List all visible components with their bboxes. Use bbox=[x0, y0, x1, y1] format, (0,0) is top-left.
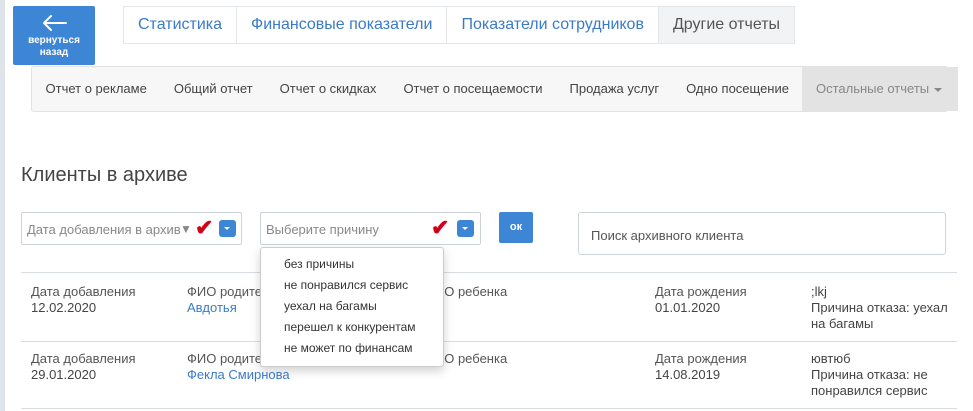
back-button[interactable]: вернуться назад bbox=[13, 6, 95, 65]
subnav-ads-report[interactable]: Отчет о рекламе bbox=[32, 67, 160, 111]
refusal-reason-line1: Причина отказа: уехал bbox=[811, 300, 948, 315]
tab-financial[interactable]: Финансовые показатели bbox=[237, 7, 448, 43]
archive-date-placeholder: Дата добавления в архив bbox=[27, 222, 181, 237]
reason-placeholder: Выберите причину bbox=[266, 222, 379, 237]
back-button-label: вернуться назад bbox=[13, 35, 95, 59]
reason-select[interactable]: Выберите причину ✔ bbox=[260, 212, 481, 245]
tab-other-reports[interactable]: Другие отчеты bbox=[658, 7, 796, 43]
reason-option-went-to-competitors[interactable]: перешел к конкурентам bbox=[261, 317, 443, 338]
subnav-other-reports[interactable]: Остальные отчеты bbox=[802, 67, 959, 111]
refusal-reason-line2: понравился сервис bbox=[811, 383, 928, 398]
date-added-value: 12.02.2020 bbox=[31, 300, 97, 315]
subnav-single-visit[interactable]: Одно посещение bbox=[673, 67, 803, 111]
chevron-down-icon[interactable] bbox=[219, 220, 236, 237]
birth-date-value: 14.08.2019 bbox=[655, 367, 721, 382]
birth-date-cell: Дата рождения 01.01.2020 bbox=[655, 284, 747, 316]
row-divider bbox=[21, 272, 957, 273]
date-added-label: Дата добавления bbox=[31, 351, 136, 366]
reason-dropdown-menu: без причины не понравился сервис уехал н… bbox=[260, 247, 444, 367]
back-label-line1: вернуться bbox=[28, 35, 80, 46]
date-added-cell: Дата добавления 12.02.2020 bbox=[31, 284, 136, 316]
search-placeholder: Поиск архивного клиента bbox=[591, 228, 744, 243]
refusal-reason-line2: на багамы bbox=[811, 316, 874, 331]
back-label-line2: назад bbox=[39, 47, 69, 58]
birth-date-label: Дата рождения bbox=[655, 284, 747, 299]
refusal-reason-line1: Причина отказа: не bbox=[811, 367, 928, 382]
date-added-label: Дата добавления bbox=[31, 284, 136, 299]
left-edge-strip bbox=[0, 0, 5, 411]
top-tabs: Статистика Финансовые показатели Показат… bbox=[123, 6, 796, 44]
row-divider bbox=[21, 341, 957, 342]
reports-subnav: Отчет о рекламе Общий отчет Отчет о скид… bbox=[31, 66, 959, 112]
birth-date-value: 01.01.2020 bbox=[655, 300, 721, 315]
ok-button[interactable]: ок bbox=[499, 212, 533, 243]
birth-date-cell: Дата рождения 14.08.2019 bbox=[655, 351, 747, 383]
reason-option-financial[interactable]: не может по финансам bbox=[261, 338, 443, 359]
reason-option-went-to-bahamas[interactable]: уехал на багамы bbox=[261, 296, 443, 317]
comment-text: ювтюб bbox=[811, 351, 851, 366]
comment-cell: ;lkj Причина отказа: уехал на багамы bbox=[811, 284, 948, 332]
archive-date-select[interactable]: Дата добавления в архив ▼ ✔ bbox=[21, 212, 242, 245]
date-added-cell: Дата добавления 29.01.2020 bbox=[31, 351, 136, 383]
archive-client-search-input[interactable]: Поиск архивного клиента bbox=[578, 212, 946, 255]
subnav-services-sales[interactable]: Продажа услуг bbox=[556, 67, 673, 111]
triangle-down-icon: ▼ bbox=[180, 222, 192, 236]
subnav-general-report[interactable]: Общий отчет bbox=[160, 67, 266, 111]
comment-cell: ювтюб Причина отказа: не понравился серв… bbox=[811, 351, 928, 399]
reason-option-no-reason[interactable]: без причины bbox=[261, 254, 443, 275]
comment-text: ;lkj bbox=[811, 284, 827, 299]
check-mark-icon: ✔ bbox=[195, 215, 214, 240]
parent-name-link[interactable]: Фекла Смирнова bbox=[187, 367, 290, 383]
birth-date-label: Дата рождения bbox=[655, 351, 747, 366]
chevron-down-icon[interactable] bbox=[457, 220, 474, 237]
date-added-value: 29.01.2020 bbox=[31, 367, 97, 382]
subnav-discounts-report[interactable]: Отчет о скидках bbox=[266, 67, 390, 111]
arrow-left-icon bbox=[43, 15, 67, 31]
subnav-attendance-report[interactable]: Отчет о посещаемости bbox=[390, 67, 556, 111]
row-divider bbox=[21, 408, 957, 409]
caret-down-icon bbox=[934, 87, 943, 92]
subnav-other-reports-label: Остальные отчеты bbox=[815, 81, 930, 96]
check-mark-icon: ✔ bbox=[431, 215, 450, 240]
page-title: Клиенты в архиве bbox=[21, 164, 188, 186]
tab-statistics[interactable]: Статистика bbox=[124, 7, 238, 43]
reason-option-disliked-service[interactable]: не понравился сервис bbox=[261, 275, 443, 296]
tab-employees[interactable]: Показатели сотрудников bbox=[447, 7, 659, 43]
